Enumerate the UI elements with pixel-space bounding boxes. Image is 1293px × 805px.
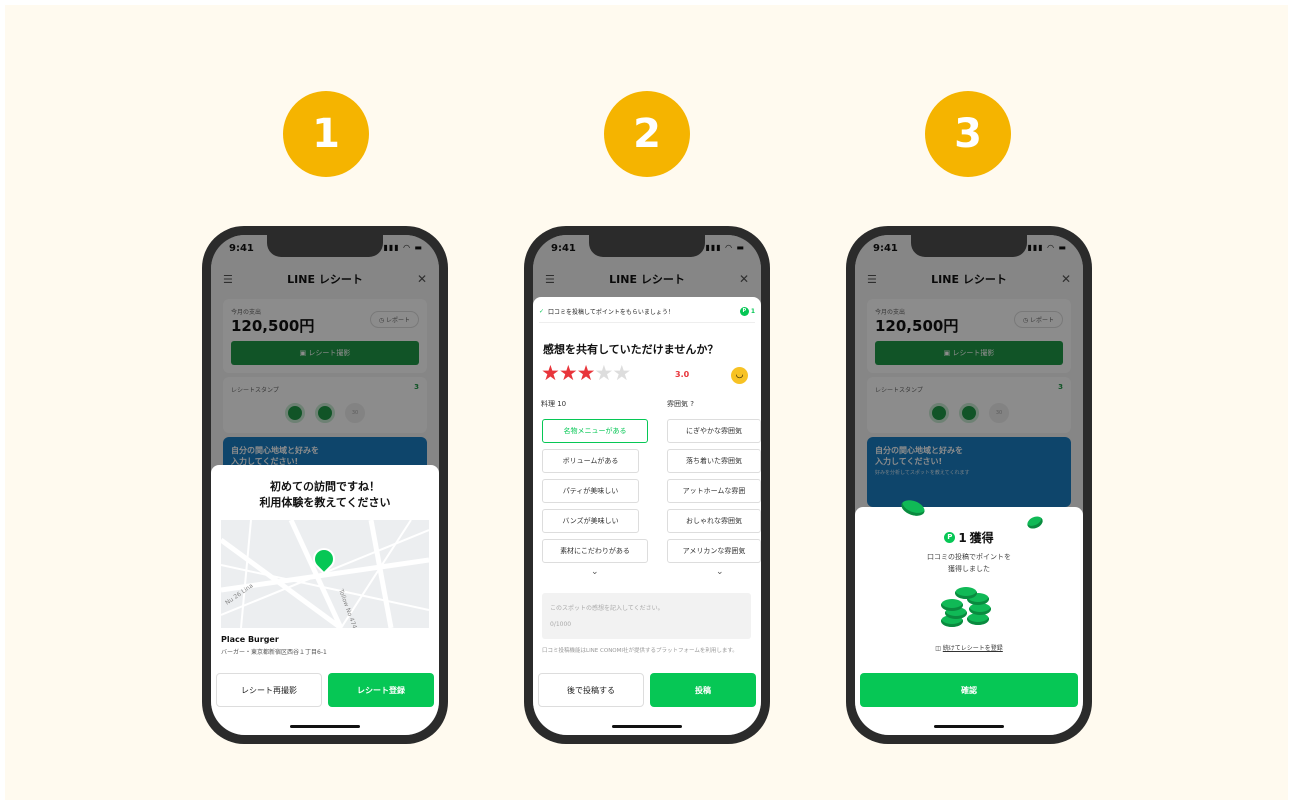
confirm-button[interactable]: 確認 — [860, 673, 1078, 707]
review-points-banner: ✓ 口コミを投稿してポイントをもらいましょう！ P1 — [539, 301, 755, 323]
register-receipt-button[interactable]: レシート登録 — [328, 673, 434, 707]
char-count: 0/1000 — [550, 621, 572, 628]
continue-register-text[interactable]: 続けてレシートを登録 — [943, 645, 1003, 652]
phone-screen-3: 9:41 ▮▮▮ ◠ ▬ ☰ LINE レシート ✕ 今月の支出 120,500円… — [855, 235, 1083, 735]
star-rating[interactable]: ★★★★★ — [541, 361, 631, 385]
tag-chip[interactable]: アットホームな雰囲 — [667, 479, 761, 503]
coin-icon — [955, 587, 977, 599]
points-icon: P — [739, 307, 749, 316]
review-sheet: ✓ 口コミを投稿してポイントをもらいましょう！ P1 感想を共有していただけませ… — [533, 297, 761, 735]
sheet-title-line2: 利用体験を教えてください — [259, 496, 391, 509]
retake-receipt-button[interactable]: レシート再撮影 — [216, 673, 322, 707]
phone-notch — [589, 235, 705, 257]
smile-face-icon: ◡ — [731, 367, 748, 384]
review-question: 感想を共有していただけませんか？ — [543, 343, 719, 356]
chevron-down-icon[interactable]: ⌄ — [716, 567, 724, 577]
points-icon: P — [944, 532, 956, 543]
tag-chip[interactable]: バンズが美味しい — [542, 509, 639, 533]
coin-icon — [941, 599, 963, 611]
home-indicator — [612, 725, 682, 728]
rating-value: 3.0 — [675, 370, 690, 379]
home-indicator — [934, 725, 1004, 728]
phone-screen-2: 9:41 ▮▮▮ ◠ ▬ ☰ LINE レシート ✕ ✓ 口コミを投稿してポイント… — [533, 235, 761, 735]
step-badge-2: 2 — [604, 91, 690, 177]
sheet-title: 初めての訪問ですね！ 利用体験を教えてください — [211, 479, 439, 511]
tag-chip[interactable]: 名物メニューがある — [542, 419, 648, 443]
tag-chip[interactable]: アメリカンな雰囲気 — [667, 539, 761, 563]
check-icon: ✓ — [539, 308, 545, 315]
post-later-button[interactable]: 後で投稿する — [538, 673, 644, 707]
earned-message: 口コミの投稿でポイントを 獲得しました — [855, 551, 1083, 575]
tag-chip[interactable]: パティが美味しい — [542, 479, 639, 503]
step-badge-3: 3 — [925, 91, 1011, 177]
post-button[interactable]: 投稿 — [650, 673, 756, 707]
place-address: バーガー・東京都新宿区西谷１丁目6-1 — [221, 649, 327, 656]
food-category-label: 料理 10 — [541, 400, 567, 408]
textarea-placeholder: このスポットの感想を記入してください。 — [550, 605, 664, 612]
earned-message-line1: 口コミの投稿でポイントを — [927, 553, 1011, 561]
map-streets: Nu 26 Lina Tollow No 4744 Ln — [221, 520, 429, 628]
tag-chip[interactable]: にぎやかな雰囲気 — [667, 419, 761, 443]
star-icon[interactable]: ★ — [594, 361, 613, 385]
coin-stack-illustration — [941, 585, 997, 633]
star-icon[interactable]: ★ — [559, 361, 578, 385]
star-icon[interactable]: ★ — [577, 361, 596, 385]
platform-notice: 口コミ投稿機能はLINE CONOMI社が提供するプラットフォームを利用します。 — [542, 648, 738, 654]
earned-points: 1 — [958, 530, 967, 545]
earned-label: 獲得 — [969, 531, 994, 545]
review-textarea[interactable]: このスポットの感想を記入してください。 0/1000 — [542, 593, 751, 639]
atmosphere-category-label: 雰囲気 ? — [667, 400, 694, 408]
tag-chip[interactable]: おしゃれな雰囲気 — [667, 509, 761, 533]
camera-icon: ◫ — [935, 645, 943, 652]
map-view[interactable]: Nu 26 Lina Tollow No 4744 Ln — [221, 520, 429, 628]
chevron-down-icon[interactable]: ⌄ — [591, 567, 599, 577]
points-earned-sheet: P 1 獲得 口コミの投稿でポイントを 獲得しました ◫ 続けてレシートを登録 … — [855, 507, 1083, 735]
earned-message-line2: 獲得しました — [948, 565, 990, 573]
tag-chip[interactable]: 落ち着いた雰囲気 — [667, 449, 761, 473]
phone-frame-3: 9:41 ▮▮▮ ◠ ▬ ☰ LINE レシート ✕ 今月の支出 120,500円… — [846, 226, 1092, 744]
star-icon[interactable]: ★ — [612, 361, 631, 385]
star-icon[interactable]: ★ — [541, 361, 560, 385]
phone-frame-2: 9:41 ▮▮▮ ◠ ▬ ☰ LINE レシート ✕ ✓ 口コミを投稿してポイント… — [524, 226, 770, 744]
points-badge: P1 — [739, 307, 755, 316]
continue-register-link[interactable]: ◫ 続けてレシートを登録 — [855, 643, 1083, 652]
phone-frame-1: 9:41 ▮▮▮ ◠ ▬ ☰ LINE レシート ✕ 今月の支出 120,500円… — [202, 226, 448, 744]
points-value: 1 — [750, 308, 755, 315]
sheet-title-line1: 初めての訪問ですね！ — [270, 480, 380, 493]
tag-chip[interactable]: ボリュームがある — [542, 449, 639, 473]
phone-notch — [911, 235, 1027, 257]
first-visit-sheet: 初めての訪問ですね！ 利用体験を教えてください Nu 26 Lina Tollo… — [211, 465, 439, 735]
tag-chip[interactable]: 素材にこだわりがある — [542, 539, 648, 563]
home-indicator — [290, 725, 360, 728]
step-badge-1: 1 — [283, 91, 369, 177]
place-name: Place Burger — [221, 635, 279, 644]
points-earned-title: P 1 獲得 — [855, 529, 1083, 546]
phone-screen-1: 9:41 ▮▮▮ ◠ ▬ ☰ LINE レシート ✕ 今月の支出 120,500円… — [211, 235, 439, 735]
phone-notch — [267, 235, 383, 257]
review-banner-text: 口コミを投稿してポイントをもらいましょう！ — [548, 309, 674, 316]
